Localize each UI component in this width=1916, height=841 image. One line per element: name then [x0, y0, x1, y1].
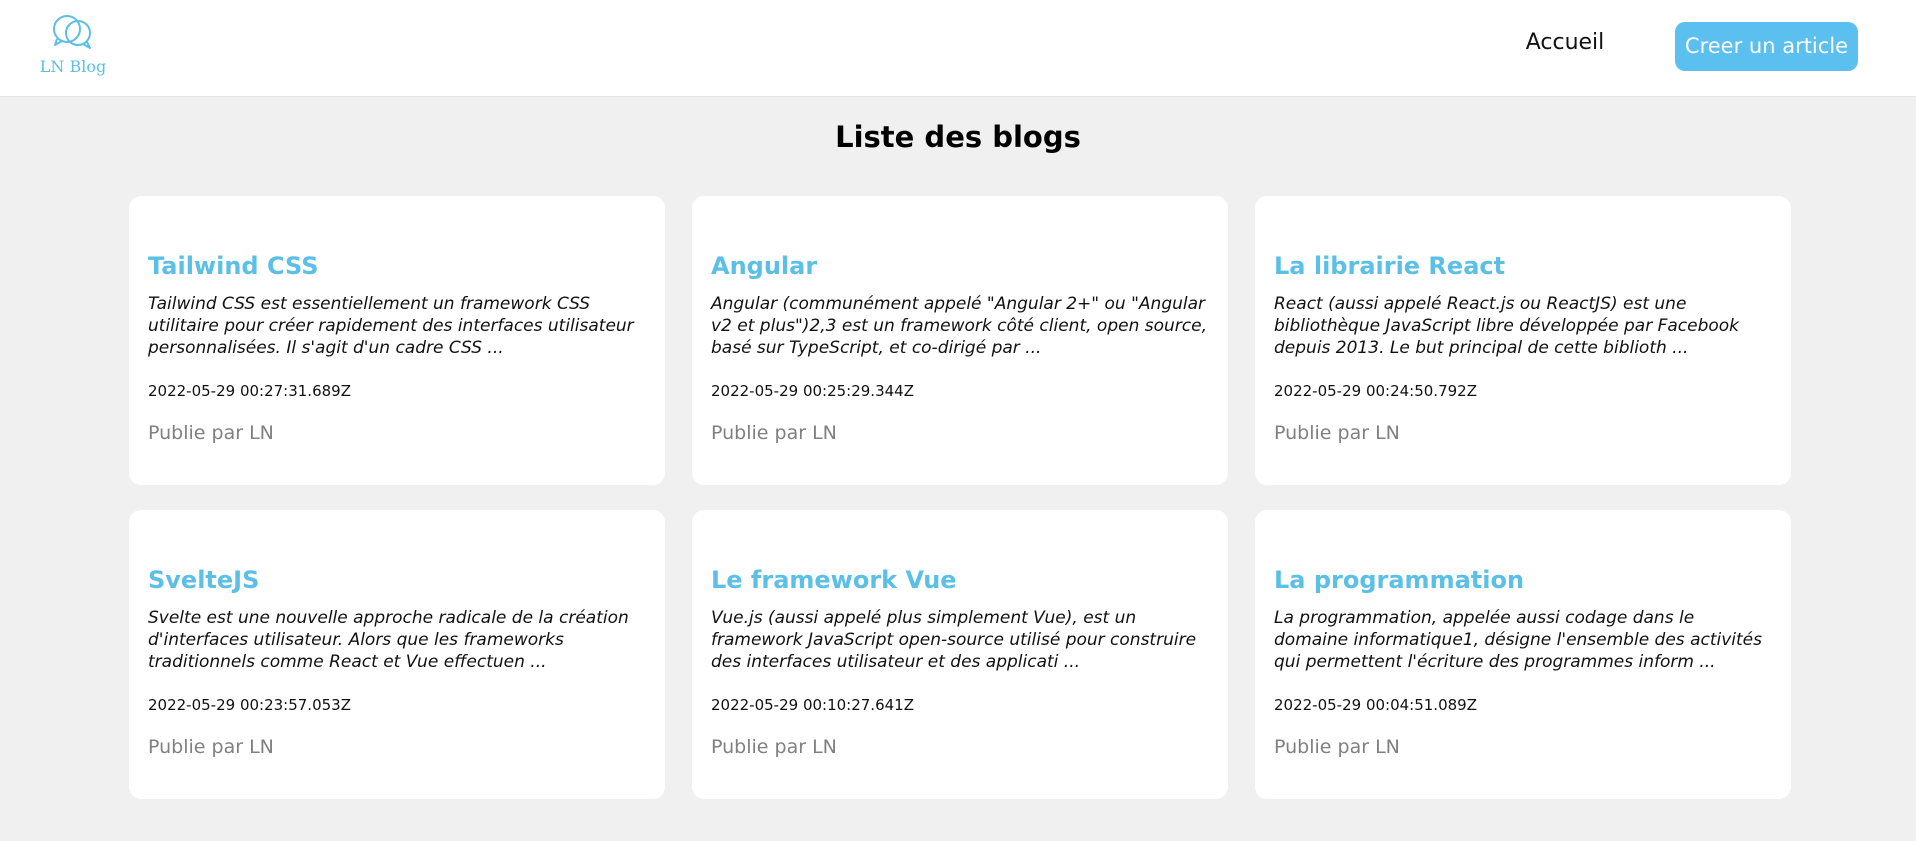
nav-home-link[interactable]: Accueil	[1510, 30, 1620, 55]
logo[interactable]: LN Blog	[38, 12, 108, 78]
blog-card-excerpt: Tailwind CSS est essentiellement un fram…	[148, 294, 634, 358]
navbar: LN Blog Accueil Creer un article	[0, 0, 1916, 97]
chat-bubbles-icon	[53, 15, 91, 49]
blog-card[interactable]: La programmation La programmation, appel…	[1255, 510, 1791, 799]
blog-card[interactable]: Angular Angular (communément appelé "Ang…	[692, 196, 1228, 485]
blog-card-excerpt: Angular (communément appelé "Angular 2+"…	[711, 294, 1207, 358]
blog-card-excerpt: Vue.js (aussi appelé plus simplement Vue…	[711, 608, 1197, 672]
blog-card-title[interactable]: La programmation	[1274, 566, 1524, 594]
blog-card-title[interactable]: La librairie React	[1274, 252, 1505, 280]
blog-card-author: Publie par LN	[711, 422, 837, 444]
blog-card-author: Publie par LN	[148, 422, 274, 444]
blog-card[interactable]: Le framework Vue Vue.js (aussi appelé pl…	[692, 510, 1228, 799]
blog-card-date: 2022-05-29 00:24:50.792Z	[1274, 382, 1477, 400]
blog-card-date: 2022-05-29 00:25:29.344Z	[711, 382, 914, 400]
blog-card[interactable]: Tailwind CSS Tailwind CSS est essentiell…	[129, 196, 665, 485]
page-title: Liste des blogs	[835, 120, 1081, 154]
blog-card-excerpt: Svelte est une nouvelle approche radical…	[148, 608, 629, 672]
blog-card-date: 2022-05-29 00:23:57.053Z	[148, 696, 351, 714]
blog-card-author: Publie par LN	[148, 736, 274, 758]
blog-card-date: 2022-05-29 00:04:51.089Z	[1274, 696, 1477, 714]
blog-card-date: 2022-05-29 00:27:31.689Z	[148, 382, 351, 400]
blog-card[interactable]: La librairie React React (aussi appelé R…	[1255, 196, 1791, 485]
blog-card-author: Publie par LN	[1274, 736, 1400, 758]
blog-card-title[interactable]: Le framework Vue	[711, 566, 957, 594]
blog-card-title[interactable]: Tailwind CSS	[148, 252, 319, 280]
blog-card-excerpt: La programmation, appelée aussi codage d…	[1274, 608, 1762, 672]
blog-card[interactable]: SvelteJS Svelte est une nouvelle approch…	[129, 510, 665, 799]
blog-card-excerpt: React (aussi appelé React.js ou ReactJS)…	[1274, 294, 1740, 358]
blog-card-author: Publie par LN	[1274, 422, 1400, 444]
blog-card-date: 2022-05-29 00:10:27.641Z	[711, 696, 914, 714]
blog-card-title[interactable]: SvelteJS	[148, 566, 259, 594]
logo-text: LN Blog	[39, 57, 107, 76]
blog-card-title[interactable]: Angular	[711, 252, 817, 280]
blog-card-author: Publie par LN	[711, 736, 837, 758]
create-article-button[interactable]: Creer un article	[1675, 22, 1858, 71]
